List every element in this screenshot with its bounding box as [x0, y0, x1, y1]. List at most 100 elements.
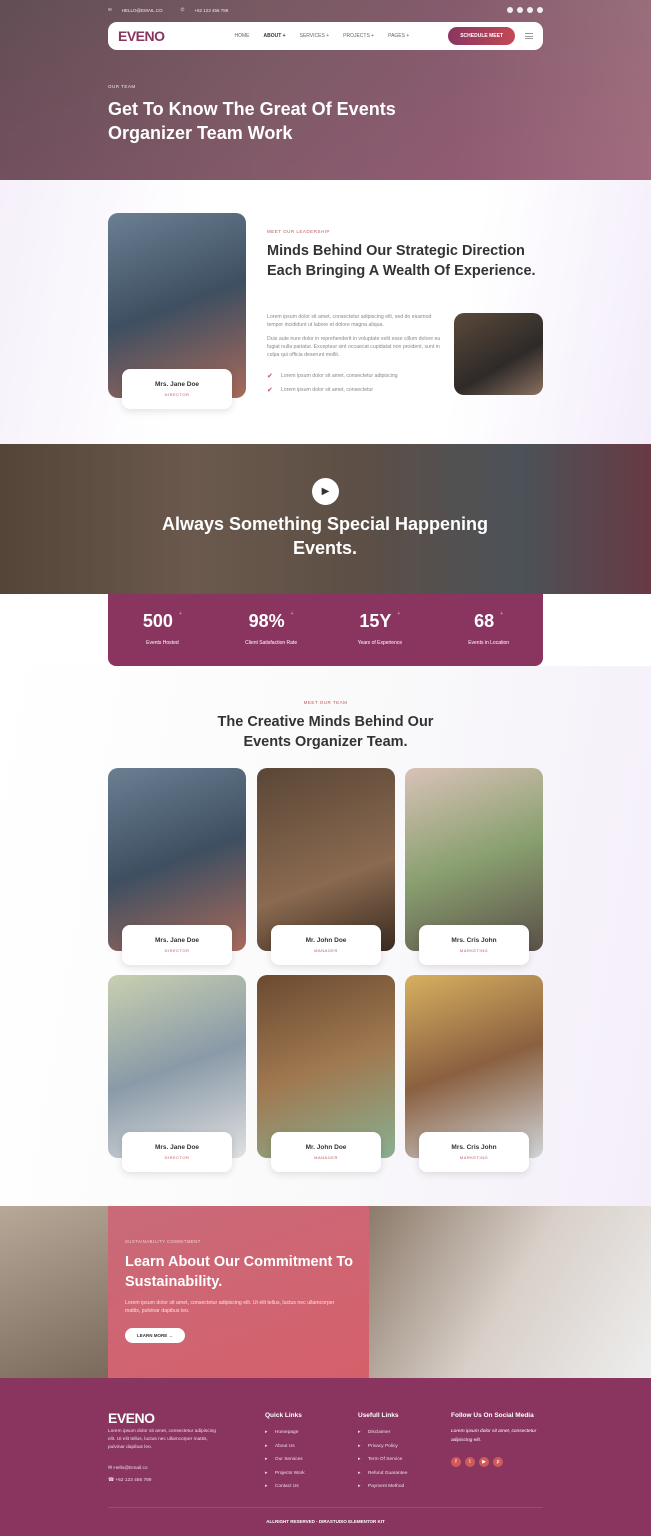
member-role: DIRECTOR [164, 948, 190, 953]
footer-link[interactable]: Refund Guarantee [358, 1467, 407, 1481]
leadership-title: Minds Behind Our Strategic Direction Eac… [267, 243, 536, 279]
team-member-photo [108, 768, 246, 951]
play-button[interactable]: ▶ [312, 478, 339, 505]
phone-icon: ✆ [180, 7, 185, 12]
footer-link[interactable]: Contact Us [265, 1480, 305, 1494]
quick-links-title: Quick Links [265, 1412, 302, 1419]
leadership-section [0, 180, 651, 444]
email-icon: ✉ [108, 1466, 113, 1471]
leader-card: Mrs. Jane Doe DIRECTOR [122, 369, 232, 409]
footer-link[interactable]: Our Services [265, 1453, 305, 1467]
team-eyebrow: MEET OUR TEAM [303, 700, 348, 705]
nav-services[interactable]: SERVICES + [300, 33, 330, 39]
footer-link[interactable]: Disclaimer [358, 1426, 407, 1440]
leadership-eyebrow: MEET OUR LEADERSHIP [267, 229, 330, 234]
sustainability-text: Lorem ipsum dolor sit amet, consectetur … [125, 1300, 335, 1314]
stat-item: 98% + Client Satisfaction Rate [245, 611, 298, 646]
sustainability-eyebrow: SUSTAINABILITY COMMITMENT [125, 1239, 201, 1244]
meeting-photo [454, 313, 543, 395]
team-title: The Creative Minds Behind Our Events Org… [217, 714, 434, 750]
team-member-card[interactable]: Mrs. Jane Doe DIRECTOR [122, 1132, 232, 1172]
quick-links: HomepageAbout UsOur ServicesProjects Wor… [265, 1426, 305, 1494]
useful-links-title: Usefull Links [358, 1412, 399, 1419]
team-member-photo [257, 975, 395, 1158]
navbar: EVENO HOME ABOUT + SERVICES + PROJECTS +… [108, 22, 543, 50]
copyright: ALLRIGHT RESERVED - DIRASTUDIO ELEMENTOR… [266, 1519, 385, 1524]
member-name: Mrs. Jane Doe [154, 937, 200, 944]
check-item: ✔ Lorem ipsum dolor sit amet, consectetur [267, 387, 374, 394]
team-member-photo [108, 975, 246, 1158]
footer-logo[interactable]: EVENO [108, 1410, 155, 1426]
member-role: DIRECTOR [164, 1155, 190, 1160]
hero-title: Get To Know The Great Of Events Organize… [108, 99, 396, 143]
team-member-card[interactable]: Mrs. Cris John MARKETING [419, 925, 529, 965]
pinterest-icon[interactable] [537, 7, 543, 13]
member-role: MARKETING [459, 948, 489, 953]
sustainability-photo-left [0, 1206, 108, 1378]
social-text: Lorem ipsum dolor sit amet, consectetur … [451, 1429, 537, 1443]
nav-home[interactable]: HOME [235, 33, 250, 39]
topbar-email[interactable]: HELLO@EMAIL.CO [122, 8, 163, 13]
nav-pages[interactable]: PAGES + [388, 33, 409, 39]
stat-item: 500 + Events Hosted [142, 611, 182, 646]
member-name: Mrs. Cris John [451, 1144, 497, 1151]
email-icon: ✉ [108, 7, 112, 12]
team-member-photo [405, 768, 543, 951]
footer-link[interactable]: Privacy Policy [358, 1440, 407, 1454]
youtube-icon[interactable] [527, 7, 533, 13]
nav-projects[interactable]: PROJECTS + [343, 33, 374, 39]
phone-icon: ☎ [108, 1478, 114, 1483]
sustainability-photo-right [369, 1206, 651, 1378]
pinterest-icon[interactable]: p [493, 1457, 503, 1467]
facebook-icon[interactable] [507, 7, 513, 13]
footer-link[interactable]: Term Of Service [358, 1453, 407, 1467]
useful-links: DisclaimerPrivacy PolicyTerm Of ServiceR… [358, 1426, 407, 1494]
video-title: Always Something Special Happening Event… [161, 514, 489, 558]
stat-item: 68 + Events in Location [468, 611, 510, 646]
footer-link[interactable]: Homepage [265, 1426, 305, 1440]
youtube-icon[interactable]: ▶ [479, 1457, 489, 1467]
check-item: ✔ Lorem ipsum dolor sit amet, consectetur… [267, 373, 398, 380]
member-role: MANAGER [314, 1155, 338, 1160]
footer: EVENO Lorem ipsum dolor sit amet, consec… [0, 1378, 651, 1536]
twitter-icon[interactable] [517, 7, 523, 13]
member-name: Mrs. Jane Doe [154, 1144, 200, 1151]
schedule-meet-button[interactable]: SCHEDULE MEET [448, 27, 515, 45]
footer-link[interactable]: Payment Method [358, 1480, 407, 1494]
team-member-card[interactable]: Mrs. Jane Doe DIRECTOR [122, 925, 232, 965]
logo[interactable]: EVENO [118, 28, 165, 44]
team-member-card[interactable]: Mr. John Doe MANAGER [271, 1132, 381, 1172]
leadership-p1: Lorem ipsum dolor sit amet, consectetur … [267, 314, 432, 328]
leader-role: DIRECTOR [164, 392, 190, 397]
footer-about: Lorem ipsum dolor sit amet, consectetur … [108, 1429, 216, 1450]
footer-link[interactable]: About Us [265, 1440, 305, 1454]
member-role: MARKETING [459, 1155, 489, 1160]
footer-email[interactable]: ✉ Hello@Email.co [108, 1463, 148, 1476]
team-member-photo [257, 768, 395, 951]
leadership-p2: Duis aute irure dolor in reprehenderit i… [267, 336, 441, 358]
team-member-card[interactable]: Mrs. Cris John MARKETING [419, 1132, 529, 1172]
member-name: Mr. John Doe [305, 937, 347, 944]
team-member-card[interactable]: Mr. John Doe MANAGER [271, 925, 381, 965]
topbar-phone[interactable]: +62 123 456 789 [194, 8, 228, 13]
leader-name: Mrs. Jane Doe [154, 381, 200, 388]
play-icon: ▶ [321, 486, 330, 497]
facebook-icon[interactable]: f [451, 1457, 461, 1467]
stat-item: 15Y + Years of Experience [357, 611, 403, 646]
footer-link[interactable]: Projects Work [265, 1467, 305, 1481]
check-icon: ✔ [267, 373, 273, 380]
member-name: Mr. John Doe [305, 1144, 347, 1151]
footer-phone[interactable]: ☎ +62 123 456 789 [108, 1475, 151, 1488]
member-role: MANAGER [314, 948, 338, 953]
menu-icon[interactable] [525, 33, 533, 39]
stats-bar: 500 + Events Hosted 98% + Client Satisfactio… [108, 594, 543, 666]
footer-divider [108, 1507, 543, 1508]
nav-about[interactable]: ABOUT + [264, 33, 286, 39]
member-name: Mrs. Cris John [451, 937, 497, 944]
social-title: Follow Us On Social Media [451, 1412, 534, 1419]
check-icon: ✔ [267, 387, 273, 394]
sustainability-title: Learn About Our Commitment To Sustainabi… [125, 1254, 353, 1290]
twitter-icon[interactable]: t [465, 1457, 475, 1467]
learn-more-button[interactable]: LEARN MORE → [125, 1328, 185, 1343]
topbar: ✉ HELLO@EMAIL.CO ✆ +62 123 456 789 [108, 5, 543, 15]
